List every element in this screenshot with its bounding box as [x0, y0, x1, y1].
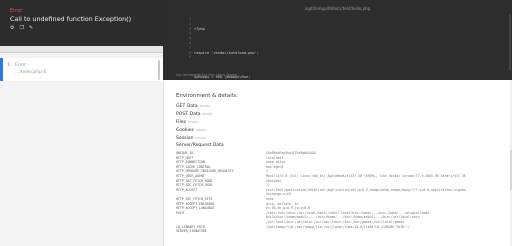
row-key: HTTP_ACCEPT_ENCODING — [176, 201, 215, 206]
header-icon-bar: ⚙ ❐ ✎ — [10, 25, 33, 31]
section-empty-label: empty — [195, 136, 206, 140]
whoops-error-page: Error Call to undefined function Excepti… — [0, 0, 512, 246]
section-post-data: POST Data empty — [176, 112, 213, 117]
frame-comments-note: No comments for this stack frame. — [176, 73, 239, 77]
section-get-data: GET Data empty — [176, 104, 210, 109]
copy-icon[interactable]: ❐ — [19, 25, 23, 31]
code-line: $whoops = new \Whoops\Run; — [194, 74, 251, 79]
row-key: UNIQUE_ID — [176, 151, 194, 155]
row-value: localhost — [266, 155, 284, 160]
row-value: max-age=0 — [266, 164, 284, 169]
environment-details-panel: Environment & details: GET Data empty POS… — [163, 80, 512, 246]
code-panel: /opt/lampp/htdocs/test/hello.php 1 2 3 4… — [163, 0, 512, 133]
row-key: SERVER_SIGNATURE — [176, 229, 207, 234]
section-label: Session — [176, 136, 194, 141]
section-cookies: Cookies empty — [176, 128, 206, 133]
row-value: /usr/local/bin:/usr/sbin:/usr/bin:/sbin:… — [266, 220, 405, 224]
frames-scrollbar[interactable] — [158, 60, 160, 80]
row-key: HTTP_CONNECTION — [176, 160, 205, 165]
details-title: Environment & details: — [176, 93, 238, 99]
section-empty-label: empty — [188, 120, 199, 124]
row-value: text/html,application/xhtml+xml,applicat… — [266, 187, 468, 192]
row-value: 1 — [266, 169, 268, 174]
row-key: HTTP_SEC_FETCH_USER — [176, 183, 213, 188]
frame-title: Error — [15, 63, 26, 68]
frame-location: …/hello.php:6 — [15, 70, 47, 75]
row-key: HTTP_SEC_FETCH_MODE — [176, 178, 213, 183]
stack-frames-panel: Error Call to undefined function Excepti… — [0, 0, 163, 246]
row-key: HTTP_UPGRADE_INSECURE_REQUESTS — [176, 169, 234, 174]
row-value: gzip, deflate, br — [266, 201, 299, 206]
code-scrollbar[interactable] — [509, 14, 511, 70]
line-number: 9 — [188, 55, 191, 60]
section-label: Files — [176, 120, 187, 125]
row-key: HTTP_USER_AGENT — [176, 174, 205, 178]
exception-header: Error Call to undefined function Excepti… — [0, 0, 163, 46]
exception-class: Error — [10, 8, 23, 14]
row-value: Mozilla/5.0 (X11; Linux x86_64) AppleWeb… — [266, 174, 466, 178]
frames-toolbar — [0, 46, 163, 53]
row-value: exchange;v=b3 — [266, 192, 291, 197]
row-key: HTTP_ACCEPT — [176, 187, 198, 192]
section-session: Session empty — [176, 136, 206, 141]
stack-frame-item[interactable]: 1 Error …/hello.php:6 — [0, 58, 163, 81]
row-value: keep-alive — [266, 160, 286, 165]
section-label: GET Data — [176, 104, 198, 109]
row-value: ?1 — [266, 183, 270, 188]
section-files: Files empty — [176, 120, 198, 125]
exception-message: Call to undefined function Exception() — [10, 15, 132, 23]
section-label: Cookies — [176, 128, 194, 133]
section-label: POST Data — [176, 112, 201, 117]
row-key: PATH — [176, 210, 184, 215]
row-value: /sbin:/usr/sbin:/usr/local/sbin:/root/.l… — [266, 210, 432, 215]
frame-index: 1 — [7, 63, 10, 68]
section-empty-label: empty — [199, 104, 210, 108]
row-key: LD_LIBRARY_PATH — [176, 224, 205, 229]
section-empty-label: empty — [202, 112, 213, 116]
row-value: navigate — [266, 178, 282, 183]
file-path[interactable]: /opt/lampp/htdocs/test/hello.php — [163, 6, 512, 11]
section-empty-label: empty — [196, 128, 207, 132]
row-value: none — [266, 197, 274, 201]
section-label: Server/Request Data — [176, 143, 224, 148]
gear-icon[interactable]: ⚙ — [10, 25, 14, 31]
edit-icon[interactable]: ✎ — [29, 25, 33, 31]
row-value: en-US,en;q=0.9,ja;q=0.8 — [266, 206, 311, 211]
code-line: require 'vendor/autoload.php'; — [194, 50, 259, 55]
row-value: build/bin:/home/makul/...:/bin:/home/...… — [266, 215, 420, 220]
row-key: HTTP_ACCEPT_LANGUAGE — [176, 206, 215, 211]
section-server-request-data: Server/Request Data — [176, 143, 224, 148]
row-value: X5oRBdyEeg9kq4FZkYNgRAAAAA — [266, 151, 316, 155]
row-key: HTTP_CACHE_CONTROL — [176, 164, 211, 169]
line-numbers: 1 2 3 4 5 6 7 8 9 — [185, 17, 191, 60]
table-row: SERVER_SIGNATURE — [176, 229, 506, 234]
row-key: HTTP_SEC_FETCH_SITE — [176, 197, 213, 201]
code-line: <?php — [194, 26, 205, 31]
row-value: /opt/lampp/lib:/opt/lampp/lib:/usr/local… — [266, 224, 410, 229]
row-key: HTTP_HOST — [176, 155, 194, 160]
